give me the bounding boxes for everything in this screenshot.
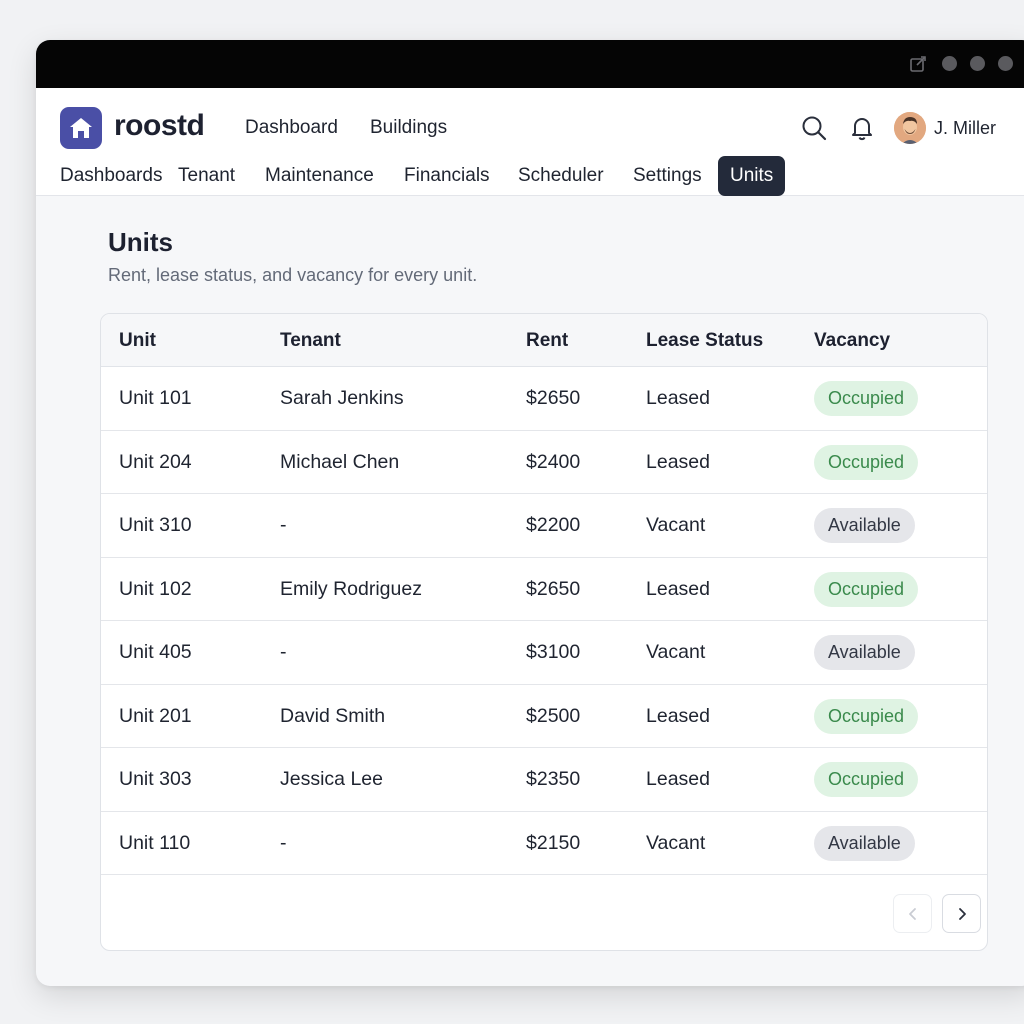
status-badge: Available (814, 508, 915, 543)
table-row[interactable]: Unit 101 Sarah Jenkins $2650 Leased Occu… (101, 367, 987, 431)
status-badge: Occupied (814, 381, 919, 416)
main-content: Units Rent, lease status, and vacancy fo… (36, 197, 1024, 986)
prev-page-button[interactable] (893, 894, 932, 933)
table-row[interactable]: Unit 201 David Smith $2500 Leased Occupi… (101, 685, 987, 748)
status-badge: Occupied (814, 698, 919, 734)
cell-tenant: Michael Chen (280, 450, 400, 473)
status-badge: Occupied (814, 571, 919, 607)
edit-icon[interactable] (908, 54, 928, 74)
home-icon (70, 118, 92, 138)
cell-rent: $2500 (526, 704, 581, 727)
nav-link-buildings[interactable]: Buildings (370, 117, 447, 139)
tab-dashboards[interactable]: Dashboards (48, 156, 174, 196)
bell-icon[interactable] (848, 114, 876, 142)
cell-rent: $2150 (526, 831, 581, 854)
cell-lease-status: Leased (646, 768, 710, 790)
cell-rent: $2200 (526, 514, 581, 536)
cell-tenant: Jessica Lee (280, 768, 383, 790)
units-table: Unit Tenant Rent Lease Status Vacancy Un… (100, 313, 988, 951)
page-title: Units (108, 227, 173, 257)
window-control-dot[interactable] (942, 56, 957, 71)
cell-lease-status: Leased (646, 387, 710, 409)
next-page-button[interactable] (942, 894, 981, 933)
cell-rent: $2650 (526, 577, 581, 600)
cell-unit: Unit 110 (119, 831, 191, 854)
logo[interactable] (60, 107, 102, 149)
cell-lease-status: Vacant (646, 831, 706, 854)
page-subtitle: Rent, lease status, and vacancy for ever… (108, 265, 478, 285)
cell-lease-status: Leased (646, 450, 710, 473)
search-icon[interactable] (800, 114, 828, 142)
cell-rent: $2400 (526, 450, 581, 473)
cell-tenant: - (280, 831, 287, 854)
nav-link-dashboard[interactable]: Dashboard (245, 117, 338, 139)
tab-tenant[interactable]: Tenant (166, 156, 247, 196)
cell-lease-status: Leased (646, 704, 710, 727)
window-control-dot[interactable] (970, 56, 985, 71)
tab-settings[interactable]: Settings (621, 156, 714, 196)
table-row[interactable]: Unit 110 - $2150 Vacant Available (101, 812, 987, 875)
user-name[interactable]: J. Miller (934, 118, 996, 139)
avatar[interactable] (894, 112, 926, 144)
cell-lease-status: Vacant (646, 514, 706, 536)
cell-unit: Unit 201 (119, 704, 192, 727)
brand-name: roostd (114, 109, 205, 142)
cell-rent: $2650 (526, 387, 581, 409)
cell-unit: Unit 101 (119, 387, 192, 409)
user-avatar-icon (894, 112, 926, 144)
cell-lease-status: Leased (646, 577, 710, 600)
cell-tenant: Sarah Jenkins (280, 387, 404, 409)
column-header-unit[interactable]: Unit (119, 330, 156, 352)
column-header-vacancy[interactable]: Vacancy (814, 330, 890, 352)
cell-unit: Unit 102 (119, 577, 192, 600)
table-row[interactable]: Unit 102 Emily Rodriguez $2650 Leased Oc… (101, 558, 987, 621)
tab-units[interactable]: Units (718, 156, 786, 196)
status-badge: Available (814, 825, 915, 861)
cell-unit: Unit 310 (119, 514, 192, 536)
status-badge: Occupied (814, 762, 919, 797)
status-badge: Occupied (814, 444, 919, 480)
chevron-left-icon (908, 907, 916, 920)
title-bar (36, 40, 1024, 88)
cell-unit: Unit 405 (119, 641, 192, 663)
table-row[interactable]: Unit 310 - $2200 Vacant Available (101, 494, 987, 558)
column-header-lease-status[interactable]: Lease Status (646, 330, 763, 352)
cell-unit: Unit 204 (119, 450, 192, 473)
table-row[interactable]: Unit 303 Jessica Lee $2350 Leased Occupi… (101, 748, 987, 812)
table-row[interactable]: Unit 204 Michael Chen $2400 Leased Occup… (101, 431, 987, 494)
tab-financials[interactable]: Financials (392, 156, 502, 196)
app-header: roostd Dashboard Buildings J. Miller Das… (36, 88, 1024, 196)
tab-maintenance[interactable]: Maintenance (253, 156, 386, 196)
chevron-right-icon (958, 907, 966, 920)
cell-rent: $3100 (526, 641, 581, 663)
cell-unit: Unit 303 (119, 768, 192, 790)
cell-rent: $2350 (526, 768, 581, 790)
window-control-dot[interactable] (998, 56, 1013, 71)
column-header-rent[interactable]: Rent (526, 330, 568, 352)
column-header-tenant[interactable]: Tenant (280, 330, 341, 352)
cell-tenant: Emily Rodriguez (280, 577, 422, 600)
cell-tenant: David Smith (280, 704, 386, 727)
status-badge: Available (814, 635, 915, 670)
app-window: roostd Dashboard Buildings J. Miller Das… (36, 40, 1024, 986)
table-row[interactable]: Unit 405 - $3100 Vacant Available (101, 621, 987, 685)
cell-lease-status: Vacant (646, 641, 706, 663)
cell-tenant: - (280, 641, 287, 663)
table-header: Unit Tenant Rent Lease Status Vacancy (101, 314, 987, 367)
tab-scheduler[interactable]: Scheduler (506, 156, 616, 196)
cell-tenant: - (280, 514, 287, 536)
